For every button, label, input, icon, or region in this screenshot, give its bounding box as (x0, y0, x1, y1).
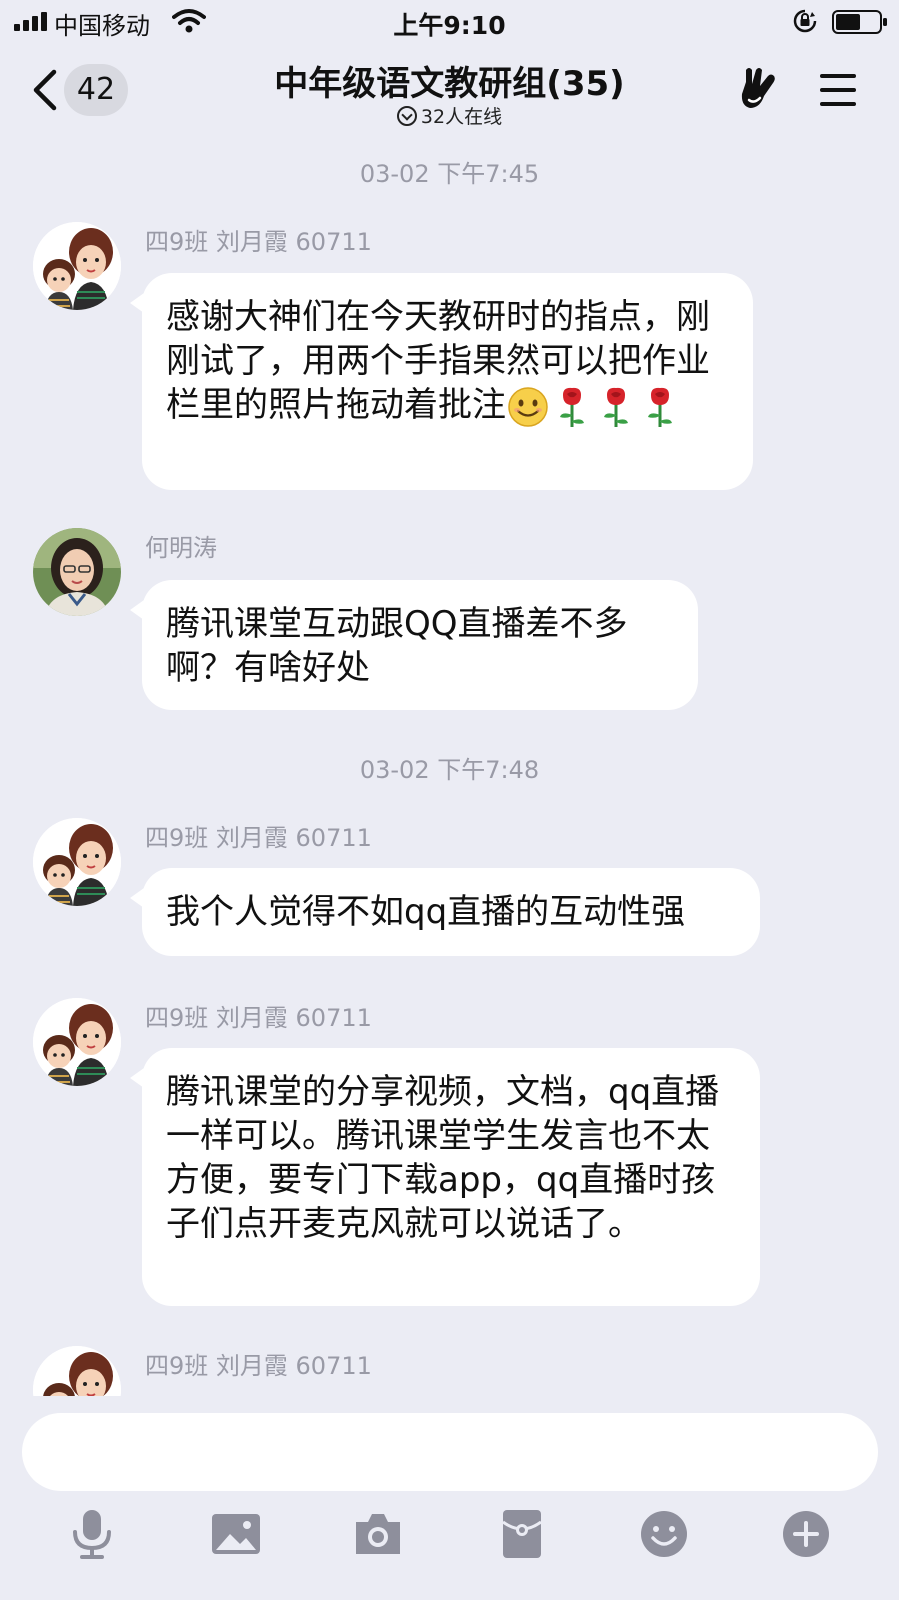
rose-emoji-icon (594, 385, 638, 429)
chat-header: 42 中年级语文教研组(35) 32人在线 (0, 44, 899, 136)
image-icon[interactable] (210, 1508, 262, 1560)
timestamp: 03-02 下午7:48 (359, 756, 540, 784)
message-bubble[interactable]: 腾讯课堂互动跟QQ直播差不多啊？有啥好处 (130, 580, 698, 710)
timestamp: 03-02 下午7:45 (359, 160, 540, 188)
plus-icon[interactable] (780, 1508, 832, 1560)
chevron-down-circle-icon (396, 106, 417, 126)
battery-icon (832, 10, 887, 34)
sender-name: 四9班 刘月霞 60711 (145, 228, 372, 256)
rotation-lock-icon (793, 9, 817, 33)
message-text: 腾讯课堂互动跟QQ直播差不多啊？有啥好处 (166, 604, 628, 688)
hand-gesture-icon[interactable] (738, 64, 784, 114)
avatar[interactable] (33, 528, 121, 616)
sender-name: 四9班 刘月霞 60711 (145, 1352, 372, 1380)
sender-name: 四9班 刘月霞 60711 (145, 824, 372, 852)
avatar[interactable] (33, 1346, 121, 1396)
rose-emoji-icon (638, 385, 682, 429)
emoji-icon[interactable] (638, 1508, 690, 1560)
message-input[interactable] (22, 1413, 878, 1491)
avatar[interactable] (33, 222, 121, 310)
menu-icon[interactable] (818, 72, 858, 108)
message-text: 我个人觉得不如qq直播的互动性强 (166, 892, 686, 932)
avatar[interactable] (33, 998, 121, 1086)
sender-name: 四9班 刘月霞 60711 (145, 1004, 372, 1032)
status-bar: 中国移动 上午9:10 (0, 0, 899, 44)
message-bubble[interactable]: 感谢大神们在今天教研时的指点，刚刚试了，用两个手指果然可以把作业栏里的照片拖动着… (130, 273, 753, 490)
status-time: 上午9:10 (393, 11, 506, 40)
message-bubble[interactable]: 我个人觉得不如qq直播的互动性强 (130, 868, 760, 956)
message-text: 腾讯课堂的分享视频，文档，qq直播一样可以。腾讯课堂学生发言也不太方便，要专门下… (166, 1072, 720, 1244)
message-bubble[interactable]: 腾讯课堂的分享视频，文档，qq直播一样可以。腾讯课堂学生发言也不太方便，要专门下… (130, 1048, 760, 1306)
online-count: 32人在线 (420, 106, 503, 128)
rose-emoji-icon (550, 385, 594, 429)
camera-icon[interactable] (352, 1508, 404, 1560)
microphone-icon[interactable] (66, 1508, 118, 1560)
input-area (0, 1396, 899, 1600)
sender-name: 何明涛 (145, 534, 217, 562)
avatar[interactable] (33, 818, 121, 906)
chat-list[interactable]: 03-02 下午7:45 四9班 刘月霞 60711 感谢大神们在今天教研时的指… (0, 136, 899, 1396)
smile-emoji-icon (506, 385, 550, 429)
red-packet-icon[interactable] (496, 1508, 548, 1560)
